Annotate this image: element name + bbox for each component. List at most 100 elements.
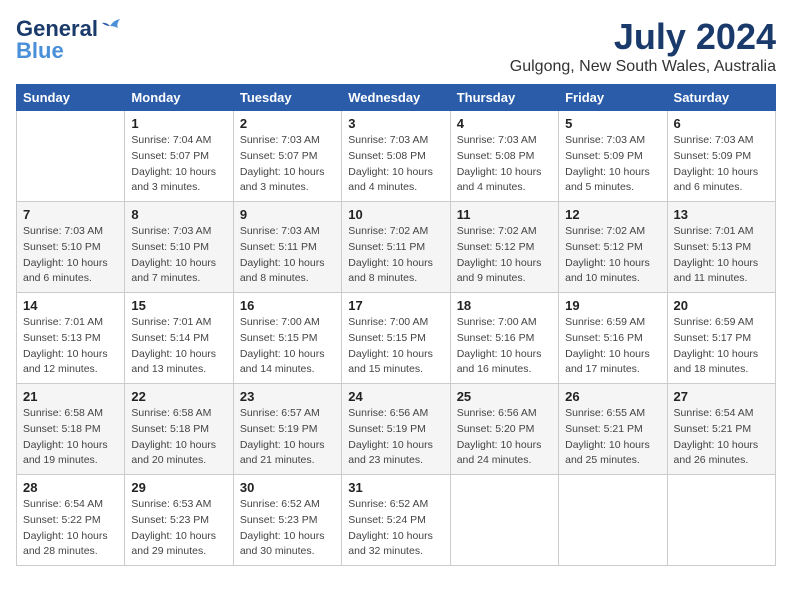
sunset-text: Sunset: 5:18 PM bbox=[131, 422, 226, 438]
sunset-text: Sunset: 5:07 PM bbox=[131, 149, 226, 165]
calendar-day-8: 8Sunrise: 7:03 AMSunset: 5:10 PMDaylight… bbox=[125, 202, 233, 293]
sunrise-text: Sunrise: 7:01 AM bbox=[674, 224, 769, 240]
calendar-day-17: 17Sunrise: 7:00 AMSunset: 5:15 PMDayligh… bbox=[342, 293, 450, 384]
day-info: Sunrise: 6:52 AMSunset: 5:24 PMDaylight:… bbox=[348, 497, 443, 560]
day-info: Sunrise: 6:57 AMSunset: 5:19 PMDaylight:… bbox=[240, 406, 335, 469]
daylight-text: Daylight: 10 hours and 17 minutes. bbox=[565, 347, 660, 379]
weekday-header-wednesday: Wednesday bbox=[342, 85, 450, 111]
day-number: 3 bbox=[348, 116, 443, 131]
day-number: 27 bbox=[674, 389, 769, 404]
daylight-text: Daylight: 10 hours and 5 minutes. bbox=[565, 165, 660, 197]
location: Gulgong, New South Wales, Australia bbox=[510, 58, 776, 76]
logo-bird-icon bbox=[100, 18, 122, 36]
sunset-text: Sunset: 5:17 PM bbox=[674, 331, 769, 347]
calendar-day-15: 15Sunrise: 7:01 AMSunset: 5:14 PMDayligh… bbox=[125, 293, 233, 384]
weekday-header-monday: Monday bbox=[125, 85, 233, 111]
calendar-day-22: 22Sunrise: 6:58 AMSunset: 5:18 PMDayligh… bbox=[125, 384, 233, 475]
day-number: 25 bbox=[457, 389, 552, 404]
daylight-text: Daylight: 10 hours and 4 minutes. bbox=[457, 165, 552, 197]
calendar-day-21: 21Sunrise: 6:58 AMSunset: 5:18 PMDayligh… bbox=[17, 384, 125, 475]
header: General Blue July 2024 Gulgong, New Sout… bbox=[16, 16, 776, 76]
day-number: 2 bbox=[240, 116, 335, 131]
daylight-text: Daylight: 10 hours and 29 minutes. bbox=[131, 529, 226, 561]
calendar-day-12: 12Sunrise: 7:02 AMSunset: 5:12 PMDayligh… bbox=[559, 202, 667, 293]
page-container: General Blue July 2024 Gulgong, New Sout… bbox=[16, 16, 776, 566]
day-info: Sunrise: 6:56 AMSunset: 5:19 PMDaylight:… bbox=[348, 406, 443, 469]
day-info: Sunrise: 7:02 AMSunset: 5:12 PMDaylight:… bbox=[565, 224, 660, 287]
title-area: July 2024 Gulgong, New South Wales, Aust… bbox=[510, 16, 776, 76]
day-info: Sunrise: 7:03 AMSunset: 5:08 PMDaylight:… bbox=[457, 133, 552, 196]
sunset-text: Sunset: 5:19 PM bbox=[240, 422, 335, 438]
sunset-text: Sunset: 5:07 PM bbox=[240, 149, 335, 165]
day-info: Sunrise: 7:03 AMSunset: 5:07 PMDaylight:… bbox=[240, 133, 335, 196]
calendar-day-29: 29Sunrise: 6:53 AMSunset: 5:23 PMDayligh… bbox=[125, 475, 233, 566]
sunset-text: Sunset: 5:12 PM bbox=[457, 240, 552, 256]
daylight-text: Daylight: 10 hours and 23 minutes. bbox=[348, 438, 443, 470]
daylight-text: Daylight: 10 hours and 15 minutes. bbox=[348, 347, 443, 379]
day-number: 19 bbox=[565, 298, 660, 313]
calendar-day-31: 31Sunrise: 6:52 AMSunset: 5:24 PMDayligh… bbox=[342, 475, 450, 566]
day-info: Sunrise: 6:54 AMSunset: 5:22 PMDaylight:… bbox=[23, 497, 118, 560]
day-number: 8 bbox=[131, 207, 226, 222]
sunrise-text: Sunrise: 7:00 AM bbox=[348, 315, 443, 331]
day-number: 22 bbox=[131, 389, 226, 404]
calendar-day-2: 2 Sunrise: 7:03 AMSunset: 5:07 PMDaylight… bbox=[233, 111, 341, 202]
day-number: 14 bbox=[23, 298, 118, 313]
daylight-text: Daylight: 10 hours and 8 minutes. bbox=[348, 256, 443, 288]
calendar-day-13: 13Sunrise: 7:01 AMSunset: 5:13 PMDayligh… bbox=[667, 202, 775, 293]
sunset-text: Sunset: 5:09 PM bbox=[565, 149, 660, 165]
sunrise-text: Sunrise: 7:03 AM bbox=[674, 133, 769, 149]
sunrise-text: Sunrise: 7:03 AM bbox=[131, 224, 226, 240]
daylight-text: Daylight: 10 hours and 3 minutes. bbox=[131, 165, 226, 197]
sunrise-text: Sunrise: 7:03 AM bbox=[565, 133, 660, 149]
calendar-week-4: 21Sunrise: 6:58 AMSunset: 5:18 PMDayligh… bbox=[17, 384, 776, 475]
sunrise-text: Sunrise: 6:58 AM bbox=[131, 406, 226, 422]
empty-cell bbox=[450, 475, 558, 566]
day-info: Sunrise: 7:00 AMSunset: 5:15 PMDaylight:… bbox=[240, 315, 335, 378]
day-info: Sunrise: 7:00 AMSunset: 5:16 PMDaylight:… bbox=[457, 315, 552, 378]
day-number: 1 bbox=[131, 116, 226, 131]
daylight-text: Daylight: 10 hours and 18 minutes. bbox=[674, 347, 769, 379]
weekday-header-saturday: Saturday bbox=[667, 85, 775, 111]
day-number: 15 bbox=[131, 298, 226, 313]
day-number: 7 bbox=[23, 207, 118, 222]
sunrise-text: Sunrise: 7:02 AM bbox=[457, 224, 552, 240]
day-number: 11 bbox=[457, 207, 552, 222]
day-number: 20 bbox=[674, 298, 769, 313]
sunset-text: Sunset: 5:22 PM bbox=[23, 513, 118, 529]
sunset-text: Sunset: 5:21 PM bbox=[565, 422, 660, 438]
sunset-text: Sunset: 5:08 PM bbox=[457, 149, 552, 165]
sunset-text: Sunset: 5:20 PM bbox=[457, 422, 552, 438]
day-number: 13 bbox=[674, 207, 769, 222]
day-number: 23 bbox=[240, 389, 335, 404]
day-info: Sunrise: 6:59 AMSunset: 5:17 PMDaylight:… bbox=[674, 315, 769, 378]
sunrise-text: Sunrise: 6:56 AM bbox=[348, 406, 443, 422]
sunset-text: Sunset: 5:19 PM bbox=[348, 422, 443, 438]
calendar-day-27: 27Sunrise: 6:54 AMSunset: 5:21 PMDayligh… bbox=[667, 384, 775, 475]
month-title: July 2024 bbox=[510, 16, 776, 58]
calendar-day-11: 11Sunrise: 7:02 AMSunset: 5:12 PMDayligh… bbox=[450, 202, 558, 293]
daylight-text: Daylight: 10 hours and 6 minutes. bbox=[674, 165, 769, 197]
logo-blue: Blue bbox=[16, 38, 64, 64]
sunset-text: Sunset: 5:21 PM bbox=[674, 422, 769, 438]
day-info: Sunrise: 7:03 AMSunset: 5:11 PMDaylight:… bbox=[240, 224, 335, 287]
day-number: 18 bbox=[457, 298, 552, 313]
sunrise-text: Sunrise: 6:59 AM bbox=[565, 315, 660, 331]
day-number: 6 bbox=[674, 116, 769, 131]
calendar-day-5: 5Sunrise: 7:03 AMSunset: 5:09 PMDaylight… bbox=[559, 111, 667, 202]
calendar-day-6: 6Sunrise: 7:03 AMSunset: 5:09 PMDaylight… bbox=[667, 111, 775, 202]
calendar-week-5: 28Sunrise: 6:54 AMSunset: 5:22 PMDayligh… bbox=[17, 475, 776, 566]
sunrise-text: Sunrise: 6:54 AM bbox=[23, 497, 118, 513]
sunset-text: Sunset: 5:18 PM bbox=[23, 422, 118, 438]
daylight-text: Daylight: 10 hours and 19 minutes. bbox=[23, 438, 118, 470]
daylight-text: Daylight: 10 hours and 16 minutes. bbox=[457, 347, 552, 379]
daylight-text: Daylight: 10 hours and 4 minutes. bbox=[348, 165, 443, 197]
sunrise-text: Sunrise: 7:03 AM bbox=[457, 133, 552, 149]
sunrise-text: Sunrise: 6:58 AM bbox=[23, 406, 118, 422]
daylight-text: Daylight: 10 hours and 13 minutes. bbox=[131, 347, 226, 379]
daylight-text: Daylight: 10 hours and 3 minutes. bbox=[240, 165, 335, 197]
sunset-text: Sunset: 5:08 PM bbox=[348, 149, 443, 165]
day-number: 4 bbox=[457, 116, 552, 131]
day-number: 16 bbox=[240, 298, 335, 313]
sunrise-text: Sunrise: 7:04 AM bbox=[131, 133, 226, 149]
